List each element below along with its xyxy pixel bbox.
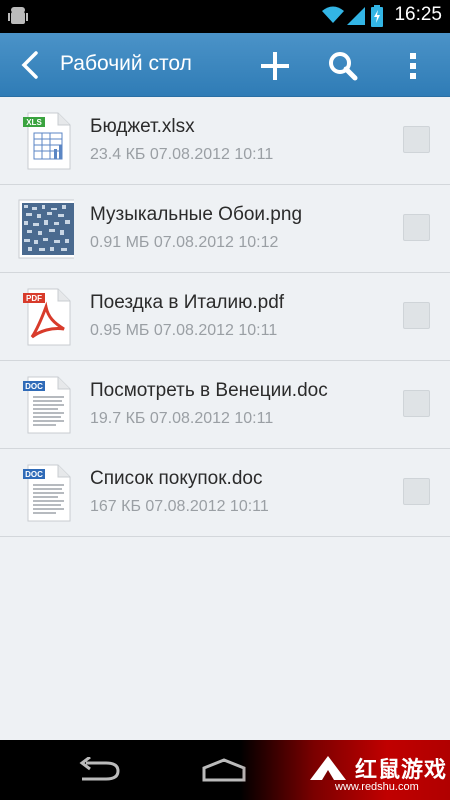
xls-badge-label: XLS xyxy=(26,118,42,127)
pdf-badge-label: PDF xyxy=(26,294,42,303)
back-arrow-icon xyxy=(79,755,120,781)
doc-badge-label: DOC xyxy=(25,470,43,479)
file-row[interactable]: XLS Бюджет.xlsx 23.4 КБ 07.08.2012 10:11 xyxy=(0,97,450,185)
file-name: Список покупок.doc xyxy=(90,468,263,489)
file-row[interactable]: Музыкальные Обои.png 0.91 МБ 07.08.2012 … xyxy=(0,185,450,273)
doc-badge-label: DOC xyxy=(25,382,43,391)
file-row[interactable]: PDF Поездка в Италию.pdf 0.95 МБ 07.08.2… xyxy=(0,273,450,361)
doc-file-icon: DOC xyxy=(23,464,71,522)
wifi-icon xyxy=(322,6,344,29)
file-meta: 0.91 МБ 07.08.2012 10:12 xyxy=(90,234,279,251)
file-checkbox[interactable] xyxy=(403,126,430,153)
file-checkbox[interactable] xyxy=(403,214,430,241)
file-name: Посмотреть в Венеции.doc xyxy=(90,380,328,401)
file-name: Музыкальные Обои.png xyxy=(90,204,303,225)
signal-icon xyxy=(347,7,365,30)
battery-icon xyxy=(371,5,383,32)
file-name: Поездка в Италию.pdf xyxy=(90,292,285,313)
status-bar: 16:25 xyxy=(0,0,450,33)
file-row[interactable]: DOC Список покупок.doc 167 КБ 07.08.2012… xyxy=(0,449,450,537)
doc-file-icon: DOC xyxy=(23,376,71,434)
watermark-logo-icon xyxy=(310,756,346,780)
clock: 16:25 xyxy=(394,4,442,25)
back-button[interactable] xyxy=(12,47,48,83)
watermark: 红鼠游戏 www.redshu.com xyxy=(240,740,450,800)
search-button[interactable] xyxy=(322,45,364,87)
file-checkbox[interactable] xyxy=(403,478,430,505)
navigation-bar: 红鼠游戏 www.redshu.com xyxy=(0,740,450,800)
search-icon xyxy=(329,52,358,81)
file-meta: 23.4 КБ 07.08.2012 10:11 xyxy=(90,146,274,163)
android-debug-icon xyxy=(8,4,28,33)
add-button[interactable] xyxy=(254,45,296,87)
chevron-left-icon xyxy=(21,51,38,79)
xls-file-icon: XLS xyxy=(23,112,71,170)
page-title: Рабочий стол xyxy=(60,52,192,75)
file-name: Бюджет.xlsx xyxy=(90,116,195,137)
nav-back-button[interactable] xyxy=(76,755,122,788)
overflow-menu-button[interactable] xyxy=(396,45,430,87)
watermark-url: www.redshu.com xyxy=(335,781,419,793)
watermark-text: 红鼠游戏 xyxy=(355,757,448,782)
image-thumbnail-icon xyxy=(18,199,74,259)
pdf-file-icon: PDF xyxy=(23,288,71,346)
plus-icon xyxy=(261,52,289,80)
file-checkbox[interactable] xyxy=(403,302,430,329)
more-vert-icon xyxy=(410,53,416,79)
file-row[interactable]: DOC Посмотреть в Венеции.doc 19.7 КБ 07.… xyxy=(0,361,450,449)
file-meta: 0.95 МБ 07.08.2012 10:11 xyxy=(90,322,278,339)
action-bar: Рабочий стол xyxy=(0,33,450,98)
file-list: XLS Бюджет.xlsx 23.4 КБ 07.08.2012 10:11 xyxy=(0,97,450,537)
file-meta: 19.7 КБ 07.08.2012 10:11 xyxy=(90,410,274,427)
file-meta: 167 КБ 07.08.2012 10:11 xyxy=(90,498,269,515)
file-checkbox[interactable] xyxy=(403,390,430,417)
